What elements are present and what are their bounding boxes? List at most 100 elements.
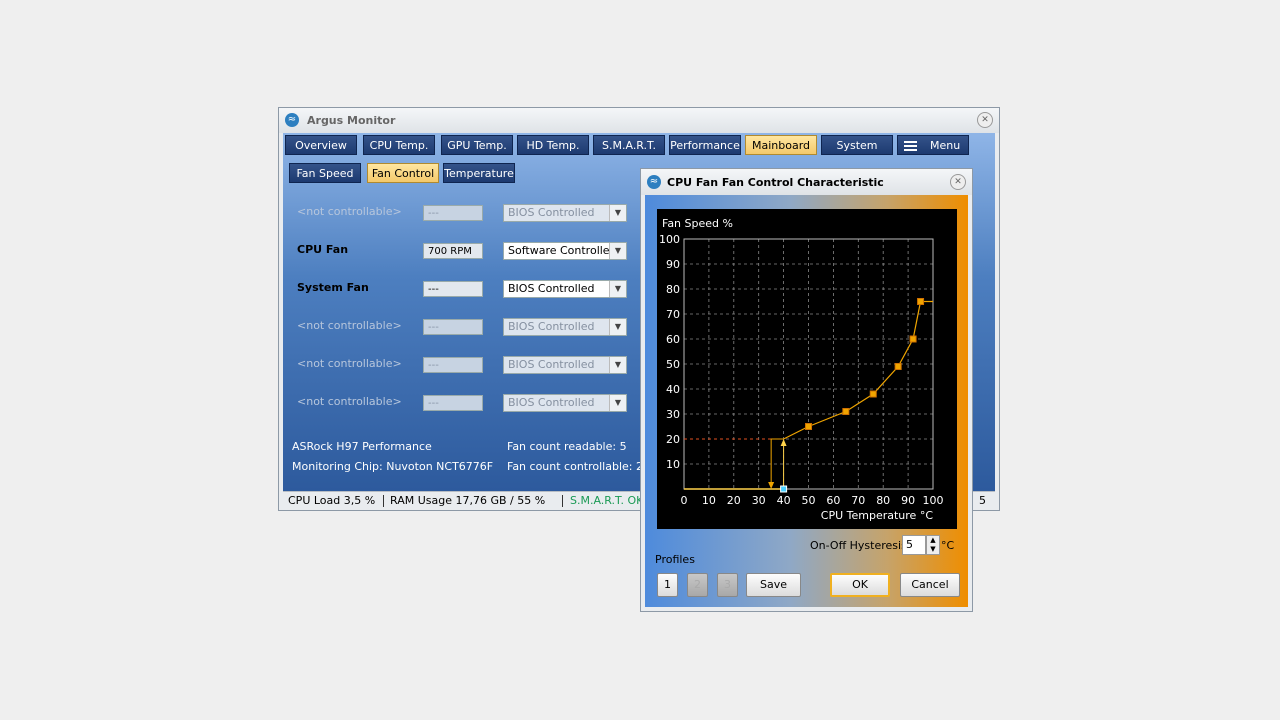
fan-count-readable: Fan count readable: 5 (507, 440, 627, 453)
dialog-body: 0 10 20 30 40 50 60 70 80 90 100 10 20 30 40 50 60 70 80 90… (645, 195, 968, 607)
fan-mode-value: BIOS Controlled (508, 320, 595, 333)
fan-mode-value: BIOS Controlled (508, 396, 595, 409)
hysteresis-unit: °C (941, 539, 955, 552)
fan-mode-value: BIOS Controlled (508, 358, 595, 371)
fan-name: <not controllable> (297, 205, 402, 218)
tab-hd-temp[interactable]: HD Temp. (517, 135, 589, 155)
tab-gpu-temp[interactable]: GPU Temp. (441, 135, 513, 155)
fan-row: <not controllable> --- BIOS Controlled ▼ (283, 355, 643, 375)
x-tick-label: 30 (752, 494, 766, 507)
fan-rpm: --- (423, 205, 483, 221)
chevron-down-icon: ▼ (609, 395, 626, 411)
y-tick-label: 20 (666, 433, 680, 446)
profiles-label: Profiles (655, 553, 695, 566)
close-icon[interactable]: ✕ (950, 174, 966, 190)
fan-rpm: --- (423, 395, 483, 411)
fan-row: System Fan --- BIOS Controlled ▼ (283, 279, 643, 299)
status-ram-usage: RAM Usage 17,76 GB / 55 % (390, 494, 546, 507)
cancel-button[interactable]: Cancel (900, 573, 960, 597)
y-tick-label: 30 (666, 408, 680, 421)
off-point (780, 485, 788, 493)
board-name: ASRock H97 Performance (292, 440, 432, 453)
x-tick-label: 80 (876, 494, 890, 507)
fan-curve-chart[interactable]: 0 10 20 30 40 50 60 70 80 90 100 10 20 30 40 50 60 70 80 90… (657, 209, 957, 529)
fan-control-dialog: ≈ CPU Fan Fan Control Characteristic ✕ 0… (640, 168, 973, 612)
ok-button[interactable]: OK (830, 573, 890, 597)
y-tick-label: 100 (659, 233, 680, 246)
y-tick-label: 40 (666, 383, 680, 396)
monitoring-chip: Monitoring Chip: Nuvoton NCT6776F (292, 460, 494, 473)
fan-name: System Fan (297, 281, 369, 294)
tab-mainboard[interactable]: Mainboard (745, 135, 817, 155)
chevron-up-icon[interactable]: ▲ (927, 536, 939, 545)
chevron-down-icon[interactable]: ▼ (609, 243, 626, 259)
subtab-fan-speed[interactable]: Fan Speed (289, 163, 361, 183)
fan-mode-value: BIOS Controlled (508, 282, 595, 295)
fan-mode-select[interactable]: Software Controlled ▼ (503, 242, 627, 260)
hysteresis-stepper[interactable]: ▲ ▼ (926, 535, 940, 555)
tab-smart[interactable]: S.M.A.R.T. (593, 135, 665, 155)
tab-menu[interactable]: Menu (897, 135, 969, 155)
chevron-down-icon[interactable]: ▼ (609, 281, 626, 297)
profile-2-button[interactable]: 2 (687, 573, 708, 597)
fan-mode-select: BIOS Controlled ▼ (503, 394, 627, 412)
close-icon[interactable]: ✕ (977, 112, 993, 128)
fan-name: <not controllable> (297, 357, 402, 370)
dialog-titlebar[interactable]: ≈ CPU Fan Fan Control Characteristic ✕ (641, 169, 972, 195)
subtab-fan-control[interactable]: Fan Control (367, 163, 439, 183)
status-separator (562, 495, 563, 507)
argus-logo-icon: ≈ (285, 113, 299, 127)
y-tick-label: 50 (666, 358, 680, 371)
fan-row: <not controllable> --- BIOS Controlled ▼ (283, 317, 643, 337)
tab-performance[interactable]: Performance (669, 135, 741, 155)
y-tick-label: 90 (666, 258, 680, 271)
hysteresis-label: On-Off Hysteresis (810, 539, 907, 552)
status-tail: 5 (979, 494, 986, 507)
y-tick-label: 10 (666, 458, 680, 471)
fan-row: CPU Fan 700 RPM Software Controlled ▼ (283, 241, 643, 261)
tab-system[interactable]: System (821, 135, 893, 155)
dialog-title: CPU Fan Fan Control Characteristic (667, 176, 884, 189)
x-tick-label: 0 (681, 494, 688, 507)
x-tick-label: 90 (901, 494, 915, 507)
x-axis-label: CPU Temperature °C (821, 509, 934, 522)
curve-point (842, 408, 850, 415)
fan-rpm: --- (423, 281, 483, 297)
chevron-down-icon[interactable]: ▼ (927, 545, 939, 554)
subtab-temperature[interactable]: Temperature (443, 163, 515, 183)
fan-curve-line (783, 300, 933, 440)
save-button[interactable]: Save (746, 573, 801, 597)
curve-point (869, 390, 877, 398)
fan-mode-select: BIOS Controlled ▼ (503, 204, 627, 222)
main-titlebar[interactable]: ≈ Argus Monitor ✕ (279, 108, 999, 133)
profile-3-button[interactable]: 3 (717, 573, 738, 597)
status-separator (383, 495, 384, 507)
fan-rpm: --- (423, 357, 483, 373)
profile-1-button[interactable]: 1 (657, 573, 678, 597)
fan-curve-svg[interactable]: 0 10 20 30 40 50 60 70 80 90 100 10 20 30 40 50 60 70 80 90… (657, 209, 957, 529)
chevron-down-icon: ▼ (609, 319, 626, 335)
y-tick-label: 60 (666, 333, 680, 346)
fan-count-controllable: Fan count controllable: 2 (507, 460, 643, 473)
chevron-down-icon: ▼ (609, 357, 626, 373)
fan-row: <not controllable> --- BIOS Controlled ▼ (283, 393, 643, 413)
tab-overview[interactable]: Overview (285, 135, 357, 155)
x-tick-label: 50 (802, 494, 816, 507)
tab-menu-label: Menu (930, 139, 961, 152)
chevron-down-icon: ▼ (609, 205, 626, 221)
y-tick-label: 70 (666, 308, 680, 321)
down-arrow-icon (768, 482, 775, 489)
argus-logo-icon: ≈ (647, 175, 661, 189)
hysteresis-input[interactable]: 5 (902, 535, 926, 555)
fan-mode-value: Software Controlled (508, 244, 617, 257)
status-cpu-load: CPU Load 3,5 % (288, 494, 376, 507)
curve-point (805, 423, 812, 430)
main-window-title: Argus Monitor (307, 114, 396, 127)
fan-name: <not controllable> (297, 319, 402, 332)
x-tick-label: 20 (727, 494, 741, 507)
fan-mode-select: BIOS Controlled ▼ (503, 318, 627, 336)
x-tick-label: 60 (826, 494, 840, 507)
fan-mode-select[interactable]: BIOS Controlled ▼ (503, 280, 627, 298)
up-arrow-icon (780, 439, 787, 446)
tab-cpu-temp[interactable]: CPU Temp. (363, 135, 435, 155)
